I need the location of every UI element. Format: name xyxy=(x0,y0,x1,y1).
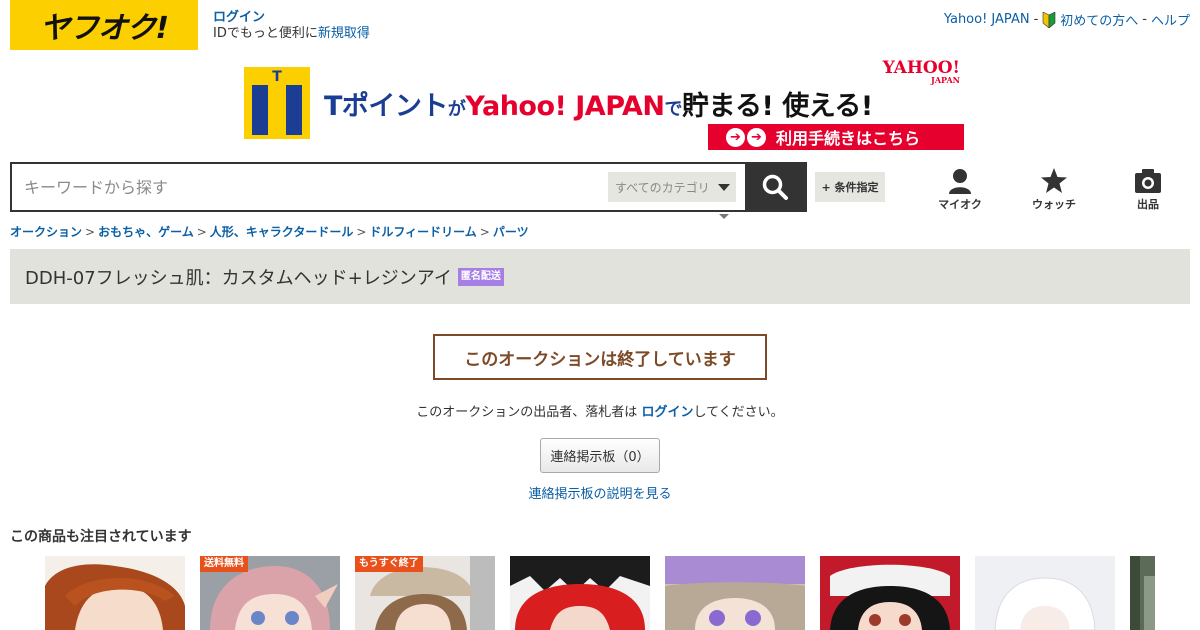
notice-text-after: してください。 xyxy=(693,405,784,420)
yahoo-japan-logo: YAHOO! JAPAN xyxy=(883,60,960,85)
anonymous-shipping-badge: 匿名配送 xyxy=(457,267,504,286)
tpoint-banner[interactable]: T TポイントがYahoo! JAPANで貯まる! 使える! YAHOO! JA… xyxy=(244,60,964,152)
double-arrow-icon: ➔ ➔ xyxy=(726,127,766,147)
beginners-link[interactable]: 初めての方へ xyxy=(1060,10,1138,29)
login-box: ログイン IDでもっと便利に新規取得 xyxy=(213,10,370,42)
banner-yahoo: Yahoo! JAPAN xyxy=(465,91,665,122)
recommended-item[interactable] xyxy=(510,556,650,630)
breadcrumb-separator: > xyxy=(196,225,207,239)
camera-icon xyxy=(1135,169,1161,193)
search-button[interactable] xyxy=(745,164,805,210)
breadcrumb-item[interactable]: オークション xyxy=(10,225,82,239)
recommended-item[interactable] xyxy=(45,556,185,630)
id-prompt: IDでもっと便利に新規取得 xyxy=(213,26,370,41)
banner-de: で xyxy=(664,99,683,120)
myauction-button[interactable]: マイオク xyxy=(928,168,992,212)
breadcrumb-item[interactable]: 人形、キャラクタードール xyxy=(210,225,354,239)
search-icon xyxy=(762,174,788,200)
recommended-item[interactable] xyxy=(1130,556,1155,630)
message-board-help-link: 連絡掲示板の説明を見る xyxy=(0,483,1200,502)
watch-button[interactable]: ウォッチ xyxy=(1022,168,1086,212)
category-select[interactable]: すべてのカテゴリ xyxy=(608,172,736,202)
recommended-item[interactable] xyxy=(665,556,805,630)
message-board-help-anchor[interactable]: 連絡掲示板の説明を見る xyxy=(528,487,671,502)
recommended-item[interactable] xyxy=(975,556,1115,630)
person-icon xyxy=(949,169,971,194)
login-notice: このオークションの出品者、落札者は ログインしてください。 xyxy=(0,401,1200,420)
auction-ended-notice: このオークションは終了しています xyxy=(433,334,767,380)
chevron-down-icon xyxy=(717,183,730,191)
message-board-button[interactable]: 連絡掲示板（0） xyxy=(540,438,660,473)
banner-ga: が xyxy=(447,99,466,120)
notice-login-link[interactable]: ログイン xyxy=(641,405,693,420)
arrow-right-icon: ➔ xyxy=(747,127,766,147)
yafuoku-logo[interactable]: ヤフオク! xyxy=(10,0,198,50)
recommended-item[interactable]: もうすぐ終了 xyxy=(355,556,495,630)
beginner-mark-icon xyxy=(1042,11,1056,28)
breadcrumb-separator: > xyxy=(356,225,367,239)
t-letter: T xyxy=(272,69,282,85)
tpoint-logo-icon: T xyxy=(244,67,310,139)
doll-thumbnail-image xyxy=(665,556,805,630)
banner-tamaru: 貯まる! 使える! xyxy=(682,91,873,122)
breadcrumb: オークション > おもちゃ、ゲーム > 人形、キャラクタードール > ドルフィードリーム > パ… xyxy=(10,223,529,240)
breadcrumb-item[interactable]: おもちゃ、ゲーム xyxy=(98,225,194,239)
search-bar: すべてのカテゴリ xyxy=(10,162,807,212)
sell-label: 出品 xyxy=(1137,198,1159,211)
notice-text-before: このオークションの出品者、落札者は xyxy=(416,405,642,420)
id-prompt-text: IDでもっと便利に xyxy=(213,26,318,41)
caret-down-icon xyxy=(719,214,729,219)
conditions-button[interactable]: + 条件指定 xyxy=(815,172,885,202)
link-separator: - xyxy=(1033,12,1039,27)
banner-cta-label: 利用手続きはこちら xyxy=(776,129,921,148)
banner-cta-button[interactable]: ➔ ➔ 利用手続きはこちら xyxy=(708,124,964,150)
help-link[interactable]: ヘルプ xyxy=(1151,10,1190,29)
recommendations-title: この商品も注目されています xyxy=(10,529,192,545)
doll-thumbnail-image xyxy=(820,556,960,630)
recommended-item[interactable]: 送料無料 xyxy=(200,556,340,630)
sell-button[interactable]: 出品 xyxy=(1116,168,1180,212)
watch-label: ウォッチ xyxy=(1032,198,1076,211)
recommended-item[interactable] xyxy=(820,556,960,630)
free-shipping-label: 送料無料 xyxy=(200,556,248,572)
yahoo-japan-link[interactable]: Yahoo! JAPAN xyxy=(944,12,1030,27)
star-icon xyxy=(1041,168,1067,193)
breadcrumb-separator: > xyxy=(479,225,490,239)
doll-thumbnail-image xyxy=(1130,556,1155,630)
top-links: Yahoo! JAPAN - 初めての方へ - ヘルプ xyxy=(944,10,1190,29)
category-select-label: すべてのカテゴリ xyxy=(615,180,710,195)
banner-tpoint: Tポイント xyxy=(324,91,448,122)
doll-thumbnail-image xyxy=(975,556,1115,630)
ending-soon-label: もうすぐ終了 xyxy=(355,556,423,572)
breadcrumb-item[interactable]: パーツ xyxy=(493,225,529,239)
link-separator: - xyxy=(1142,12,1147,27)
doll-thumbnail-image xyxy=(510,556,650,630)
logo-text: ヤフオク! xyxy=(39,11,169,46)
page-title: DDH-07フレッシュ肌：カスタムヘッド+レジンアイ xyxy=(25,267,452,289)
register-link[interactable]: 新規取得 xyxy=(318,26,370,41)
banner-headline: TポイントがYahoo! JAPANで貯まる! 使える! xyxy=(324,84,873,123)
myauction-label: マイオク xyxy=(938,198,982,211)
item-title-bar: DDH-07フレッシュ肌：カスタムヘッド+レジンアイ 匿名配送 xyxy=(10,249,1190,304)
doll-thumbnail-image xyxy=(45,556,185,630)
arrow-right-icon: ➔ xyxy=(726,127,745,147)
login-link[interactable]: ログイン xyxy=(213,10,370,26)
breadcrumb-separator: > xyxy=(85,225,96,239)
breadcrumb-item[interactable]: ドルフィードリーム xyxy=(369,225,476,239)
